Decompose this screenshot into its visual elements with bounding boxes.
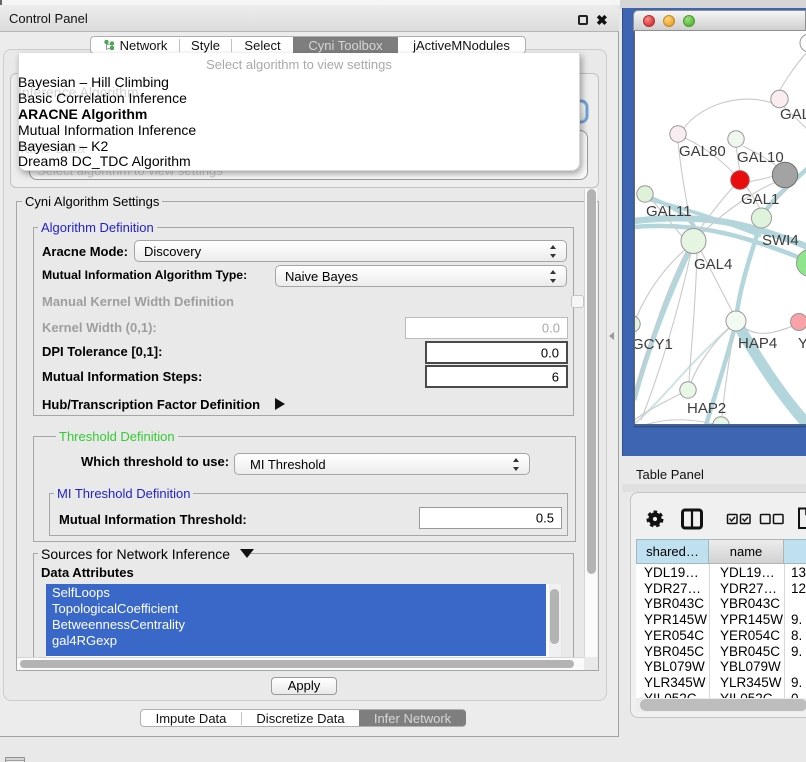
svg-text:GAL11: GAL11 [646, 203, 692, 220]
svg-text:HAP2: HAP2 [687, 400, 726, 417]
svg-text:GAL1: GAL1 [741, 191, 779, 208]
svg-text:GCY1: GCY1 [635, 336, 673, 353]
svg-text:GAL10: GAL10 [737, 149, 784, 166]
svg-text:GAL4: GAL4 [694, 256, 732, 273]
svg-text:Y: Y [798, 335, 806, 352]
svg-text:GAL80: GAL80 [679, 143, 726, 160]
svg-text:GAL: GAL [780, 106, 806, 123]
svg-text:HAP4: HAP4 [738, 335, 777, 352]
svg-text:SWI4: SWI4 [762, 232, 799, 249]
